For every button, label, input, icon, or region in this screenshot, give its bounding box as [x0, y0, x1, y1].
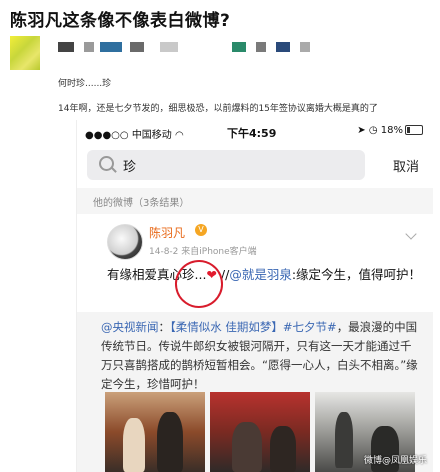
blur-block	[84, 42, 94, 52]
author-name[interactable]: 陈羽凡	[149, 224, 185, 241]
photo-thumbnail[interactable]	[105, 392, 205, 472]
search-bar[interactable]: 珍	[87, 150, 365, 180]
blur-block	[276, 42, 290, 52]
photo-figure	[270, 426, 296, 472]
blur-block	[130, 42, 144, 52]
blur-block	[100, 42, 122, 52]
post-text-c: :缘定今生，值得呵护！	[291, 267, 422, 282]
vip-badge-icon: V	[195, 224, 207, 236]
screenshot-page: 陈羽凡这条像不像表白微博? 何时珍......珍 14年啊，还是七夕节发的，细思…	[0, 0, 440, 472]
post-meta: 14-8-2 来自iPhone客户端	[149, 247, 257, 257]
search-input[interactable]: 珍	[123, 156, 136, 175]
photo-figure	[232, 422, 262, 472]
results-section-header: 他的微博（3条结果）	[77, 188, 433, 214]
blur-block	[160, 42, 178, 52]
carrier-label: ●●●○○ 中国移动 ◠	[85, 130, 184, 141]
cancel-button[interactable]: 取消	[393, 156, 419, 175]
blurred-user-row	[10, 36, 430, 70]
repost-tag: 【柔情似水 佳期如梦】	[170, 320, 283, 334]
avatar[interactable]	[107, 224, 143, 260]
hashtag-link[interactable]: #七夕节#	[283, 320, 337, 334]
blur-block	[300, 42, 310, 52]
post-text-line2: 14年啊，还是七夕节发的，细思极恐，以前爆料的15年签协议离婚大概是真的了	[58, 104, 378, 114]
carrier-text: 中国移动	[131, 130, 172, 141]
watermark: 微博@凤凰娱乐	[363, 456, 427, 466]
wifi-icon: ◠	[175, 130, 184, 141]
mention-link[interactable]: @就是羽泉	[229, 267, 292, 282]
location-icon: ➤	[357, 125, 366, 136]
chevron-down-icon[interactable]	[405, 228, 417, 240]
post-text-line1: 何时珍......珍	[58, 79, 112, 89]
alarm-icon: ◷	[368, 125, 378, 136]
blur-block	[232, 42, 246, 52]
results-count-label: 他的微博（3条结果）	[93, 198, 190, 209]
phone-screenshot: ●●●○○ 中国移动 ◠ 下午4:59 ➤ ◷ 18% 珍 取消 他的微博（3条…	[76, 120, 433, 472]
repost-text: @央视新闻：【柔情似水 佳期如梦】#七夕节#，最浪漫的中国传统节日。传说牛郎织女…	[101, 320, 418, 391]
photo-figure	[335, 412, 353, 468]
weibo-post-text: 有缘相爱真心珍...❤ //@就是羽泉:缘定今生，值得呵护！	[107, 264, 427, 285]
photo-figure	[123, 418, 145, 472]
status-time: 下午4:59	[227, 127, 277, 140]
photo-thumbnail[interactable]	[210, 392, 310, 472]
article-title: 陈羽凡这条像不像表白微博?	[10, 11, 231, 31]
photo-figure	[157, 412, 183, 472]
blur-block	[58, 42, 74, 52]
repost-source-link[interactable]: @央视新闻	[101, 320, 159, 334]
status-right: ➤ ◷ 18%	[357, 125, 423, 136]
status-bar: ●●●○○ 中国移动 ◠ 下午4:59 ➤ ◷ 18%	[77, 120, 433, 144]
battery-icon	[405, 125, 423, 135]
battery-percent: 18%	[380, 125, 403, 136]
search-icon	[99, 156, 114, 171]
blur-block	[256, 42, 266, 52]
blurred-avatar	[10, 36, 40, 70]
